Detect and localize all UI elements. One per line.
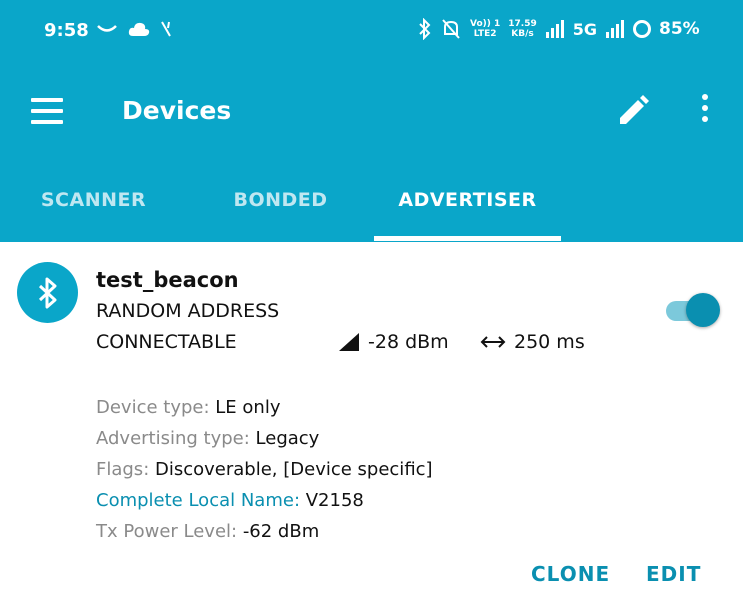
smile-notification-icon [97, 25, 117, 32]
tab-scanner[interactable]: SCANNER [0, 178, 187, 242]
network-speed: 17.59 KB/s [508, 19, 537, 39]
clone-button[interactable]: CLONE [531, 562, 610, 586]
detail-label: Complete Local Name: [96, 490, 306, 511]
detail-label: Device type: [96, 397, 216, 418]
battery-icon [633, 20, 652, 38]
tab-indicator [374, 236, 561, 241]
device-name: test_beacon [96, 268, 239, 292]
detail-row-advertising-type: Advertising type: Legacy [96, 423, 433, 454]
detail-value: -62 dBm [242, 521, 320, 542]
status-indicators: Vo)) 1 LTE2 17.59 KB/s 5G 85% [418, 18, 700, 40]
bluetooth-avatar [17, 262, 78, 323]
detail-value: Discoverable, [Device specific] [154, 459, 433, 480]
app-bar: 9:58 Vo)) 1 LTE2 17.59 KB/s 5G 85% Devic… [0, 0, 743, 242]
tx-power-value: -28 dBm [368, 331, 449, 353]
detail-row-device-type: Device type: LE only [96, 392, 433, 423]
detail-value: V2158 [305, 490, 364, 511]
interval-arrows-icon [480, 336, 506, 348]
tab-bonded[interactable]: BONDED [187, 178, 374, 242]
signal-off-icon [161, 21, 171, 37]
device-address-type: RANDOM ADDRESS [96, 300, 280, 322]
signal-triangle-icon [339, 333, 359, 351]
volte-label: Vo)) 1 LTE2 [470, 19, 501, 39]
network-type: 5G [572, 19, 598, 39]
page-title: Devices [122, 96, 232, 125]
interval-value: 250 ms [514, 331, 585, 353]
status-notifications [96, 20, 176, 38]
more-options-icon[interactable] [694, 94, 716, 130]
toggle-thumb [686, 293, 720, 327]
device-details: Device type: LE only Advertising type: L… [96, 392, 433, 547]
bluetooth-icon [38, 277, 56, 308]
detail-label: Tx Power Level: [96, 521, 243, 542]
status-time: 9:58 [44, 20, 89, 41]
detail-value: Legacy [255, 428, 320, 449]
detail-value: LE only [215, 397, 281, 418]
advertising-toggle[interactable] [664, 292, 720, 328]
bluetooth-icon [419, 18, 431, 40]
detail-label: Advertising type: [96, 428, 256, 449]
detail-row-tx-power-level: Tx Power Level: -62 dBm [96, 516, 433, 547]
detail-row-local-name: Complete Local Name: V2158 [96, 485, 433, 516]
device-connectable: CONNECTABLE [96, 331, 237, 353]
advertising-interval: 250 ms [480, 331, 585, 353]
tab-bar: SCANNER BONDED ADVERTISER [0, 178, 743, 242]
tab-advertiser[interactable]: ADVERTISER [374, 178, 561, 242]
toolbar: Devices [0, 70, 743, 154]
cloud-icon [128, 22, 150, 36]
detail-label: Flags: [96, 459, 155, 480]
mute-icon [442, 19, 460, 39]
signal-strength-2-icon [606, 20, 625, 38]
tx-power: -28 dBm [338, 331, 449, 353]
menu-icon[interactable] [31, 98, 63, 124]
battery-level: 85% [659, 19, 700, 39]
signal-strength-icon [545, 20, 564, 38]
edit-pencil-icon[interactable] [614, 92, 652, 130]
edit-button[interactable]: EDIT [646, 562, 701, 586]
status-bar: 9:58 Vo)) 1 LTE2 17.59 KB/s 5G 85% [0, 0, 743, 64]
detail-row-flags: Flags: Discoverable, [Device specific] [96, 454, 433, 485]
